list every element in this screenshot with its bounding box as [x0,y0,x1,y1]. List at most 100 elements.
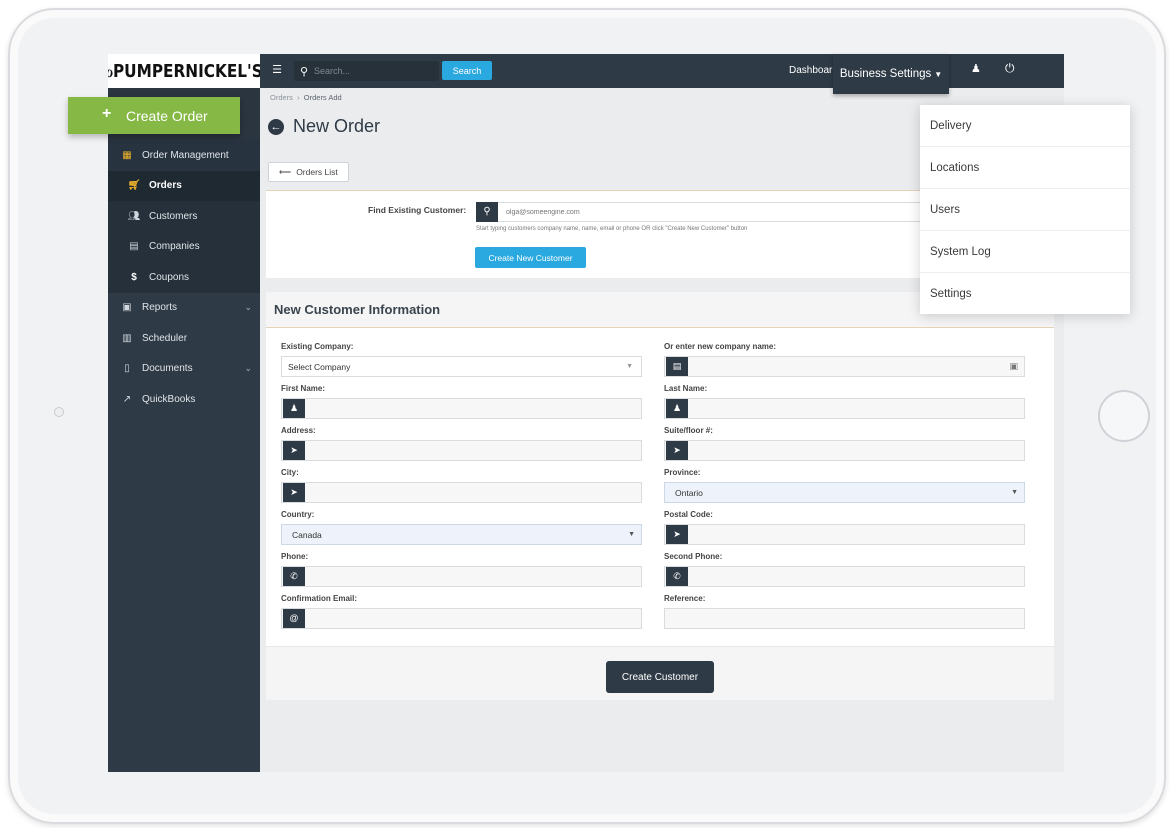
new-company-field: Or enter new company name: ▤ ▣ [664,342,1025,377]
at-sign-icon: @ [283,609,305,628]
sidebar-item-scheduler[interactable]: ▥ Scheduler [108,323,260,354]
user-icon: ♟ [666,399,688,418]
field-label: First Name: [281,384,326,393]
back-arrow-icon[interactable]: ← [268,118,284,135]
search-input[interactable] [314,66,424,76]
sidebar-item-order-management[interactable]: ▦ Order Management [108,140,260,171]
last-name-field: Last Name: ♟ [664,384,1025,419]
location-arrow-icon: ➤ [283,483,305,502]
sidebar-item-label: Orders [149,180,182,192]
create-customer-button[interactable]: Create Customer [606,661,714,693]
user-icon: ♟ [283,399,305,418]
sidebar-item-customers[interactable]: 👥︎ Customers [108,201,260,232]
calendar-icon: ▥ [122,332,132,344]
cart-icon: 🛒︎ [127,180,141,192]
sidebar-item-label: Coupons [149,271,190,283]
sidebar-item-orders[interactable]: 🛒︎ Orders [108,170,260,201]
power-icon[interactable]: ⏻ [1005,61,1015,76]
caret-down-icon: ▼ [1011,489,1018,496]
field-label: Last Name: [664,384,708,393]
suite-input[interactable]: ➤ [664,440,1025,461]
new-customer-card: New Customer Information Existing Compan… [266,292,1054,700]
select-value: Select Company [288,361,351,372]
menu-item-locations[interactable]: Locations [920,147,1130,189]
postal-code-input[interactable]: ➤ [664,524,1025,545]
menu-item-system-log[interactable]: System Log [920,231,1130,273]
breadcrumb: Orders › Orders Add [270,93,342,102]
province-select[interactable]: Ontario ▼ [664,482,1025,503]
breadcrumb-orders[interactable]: Orders [270,93,293,102]
menu-item-delivery[interactable]: Delivery [920,105,1130,147]
camera-dot [54,407,64,417]
menu-item-users[interactable]: Users [920,189,1130,231]
caret-down-icon: ▼ [626,363,633,370]
document-icon: ▯ [124,363,130,375]
dollar-icon: $ [131,271,137,283]
last-name-input[interactable]: ♟ [664,398,1025,419]
find-customer-label: Find Existing Customer: [368,205,467,215]
field-label: Or enter new company name: [664,342,777,351]
field-label: Reference: [664,594,706,603]
sidebar-item-documents[interactable]: ▯ Documents ⌄ [108,354,260,385]
business-settings-button[interactable]: Business Settings ▼ [833,54,949,94]
menu-toggle-icon[interactable]: ☰ [270,63,284,77]
sidebar-item-quickbooks[interactable]: ↗ QuickBooks [108,384,260,415]
page-title-row: ← New Order [268,116,380,137]
users-icon: 👥︎ [127,210,141,222]
create-order-label: Create Order [126,107,208,124]
location-arrow-icon: ➤ [666,441,688,460]
phone-icon: ✆ [666,567,688,586]
caret-down-icon: ▼ [934,69,943,79]
postal-code-field: Postal Code: ➤ [664,510,1025,545]
field-label: Country: [281,510,315,519]
form-footer: Create Customer [266,646,1054,700]
existing-company-select[interactable]: Select Company ▼ [281,356,642,377]
find-customer-help: Start typing customers company name, nam… [476,226,748,232]
phone-input[interactable]: ✆ [281,566,642,587]
second-phone-input[interactable]: ✆ [664,566,1025,587]
location-arrow-icon: ➤ [283,441,305,460]
menu-item-settings[interactable]: Settings [920,273,1130,315]
field-label: Phone: [281,552,309,561]
breadcrumb-current: Orders Add [303,93,342,102]
address-field: Address: ➤ [281,426,642,461]
create-new-customer-button[interactable]: Create New Customer [475,247,586,268]
field-label: City: [281,468,299,477]
reference-input[interactable] [664,608,1025,629]
confirmation-email-input[interactable]: @ [281,608,642,629]
field-label: Postal Code: [664,510,713,519]
search-button[interactable]: Search [442,61,492,80]
sidebar-item-companies[interactable]: ▤ Companies [108,231,260,262]
orders-list-button[interactable]: ⟵ Orders List [268,162,349,182]
field-label: Existing Company: [281,342,354,351]
grid-icon: ▦ [122,149,132,161]
existing-company-field: Existing Company: Select Company ▼ [281,342,642,377]
country-select[interactable]: Canada ▼ [281,524,642,545]
sidebar-item-label: QuickBooks [142,393,196,405]
search-icon: ⚲ [476,202,498,222]
home-button[interactable] [1098,390,1150,442]
breadcrumb-separator: › [297,93,300,102]
sidebar-item-coupons[interactable]: $ Coupons [108,262,260,293]
country-field: Country: Canada ▼ [281,510,642,545]
phone-field: Phone: ✆ [281,552,642,587]
province-field: Province: Ontario ▼ [664,468,1025,503]
logo-container[interactable]: ℴPUMPERNICKEL'S [108,54,262,88]
building-icon: ▤ [666,357,688,376]
address-input[interactable]: ➤ [281,440,642,461]
find-customer-input[interactable] [498,202,948,222]
city-input[interactable]: ➤ [281,482,642,503]
first-name-input[interactable]: ♟ [281,398,642,419]
sidebar-item-reports[interactable]: ▣ Reports ⌄ [108,293,260,324]
new-company-input[interactable]: ▤ ▣ [664,356,1025,377]
page-title: New Order [293,116,381,136]
first-name-field: First Name: ♟ [281,384,642,419]
building-icon: ▤ [129,241,139,253]
user-icon[interactable]: ♟ [971,62,981,75]
create-order-button[interactable]: + Create Order [68,97,240,134]
business-settings-label: Business Settings [839,68,932,80]
second-phone-field: Second Phone: ✆ [664,552,1025,587]
select-value: Ontario [675,487,703,498]
external-link-icon: ↗ [122,393,132,405]
dashboard-link[interactable]: Dashboar [789,65,832,76]
